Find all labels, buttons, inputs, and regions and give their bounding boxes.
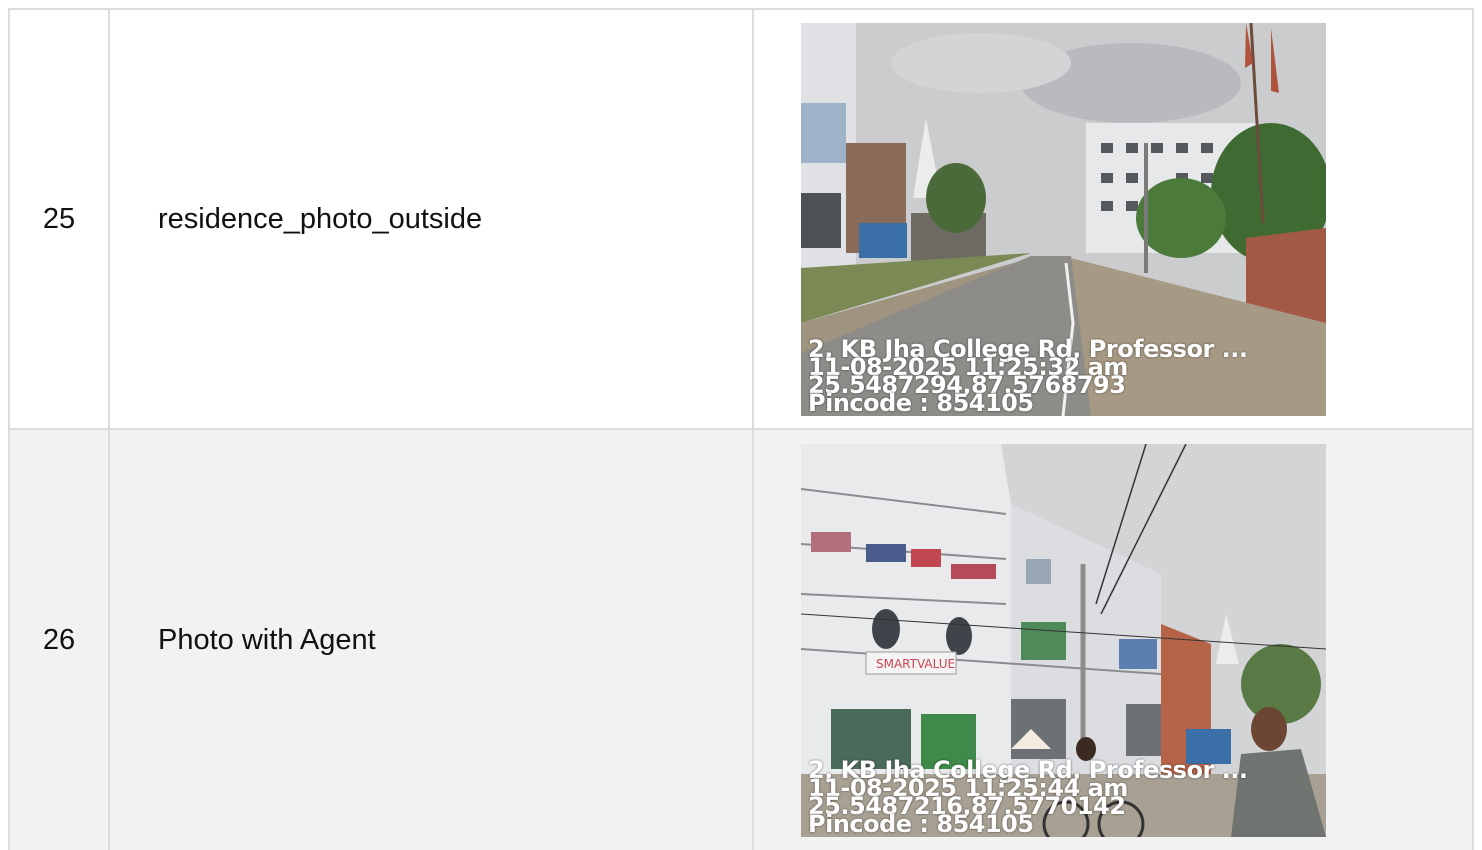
table-row: 25 residence_photo_outside 2, KB Jha Col… (10, 10, 1472, 430)
stamp-pincode: Pincode : 854105 (808, 388, 1034, 416)
residence-photo[interactable]: 2, KB Jha College Rd, Professor ... 11-0… (801, 22, 1326, 416)
photo-geo-stamp: 2, KB Jha College Rd, Professor ... 11-0… (808, 337, 1248, 416)
row-number: 26 (10, 430, 110, 850)
row-number: 25 (10, 10, 110, 428)
row-label: residence_photo_outside (110, 10, 754, 428)
row-label: Photo with Agent (110, 430, 754, 850)
photo-geo-stamp: 2, KB Jha College Rd, Professor ... 11-0… (808, 758, 1248, 837)
photo-cell: SMARTVALUE 2, KB Jha College Rd, Profess… (754, 430, 1472, 850)
photo-table: 25 residence_photo_outside 2, KB Jha Col… (8, 8, 1474, 850)
table-row: 26 Photo with Agent SMARTVALUE 2, KB Jha… (10, 430, 1472, 850)
stamp-pincode: Pincode : 854105 (808, 809, 1034, 837)
shop-sign: SMARTVALUE (876, 657, 955, 671)
photo-cell: 2, KB Jha College Rd, Professor ... 11-0… (754, 10, 1472, 428)
agent-photo[interactable]: SMARTVALUE 2, KB Jha College Rd, Profess… (801, 443, 1326, 837)
